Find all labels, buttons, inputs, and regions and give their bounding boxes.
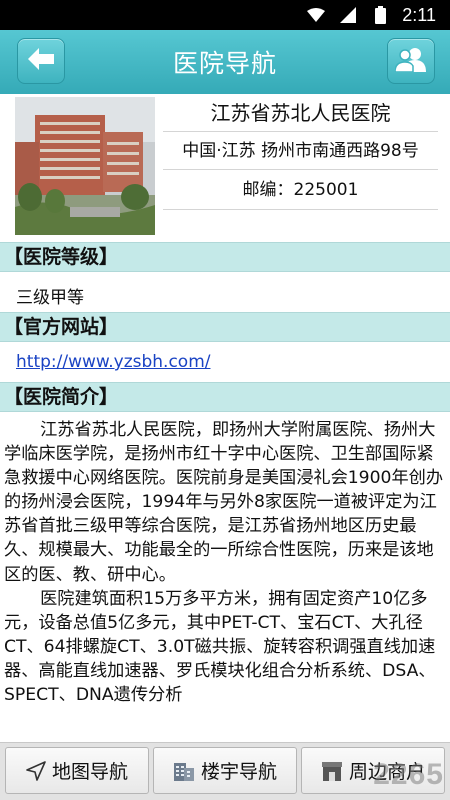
hospital-details: 江苏省苏北人民医院 中国·江苏 扬州市南通西路98号 邮编：225001 bbox=[163, 94, 438, 210]
watermark: 2265 bbox=[373, 758, 444, 791]
shop-icon bbox=[321, 760, 343, 782]
map-navigation-button[interactable]: 地图导航 bbox=[5, 747, 149, 794]
arrow-left-icon bbox=[26, 46, 56, 76]
hospital-level: 三级甲等 bbox=[16, 288, 84, 308]
status-bar: 2:11 bbox=[0, 0, 450, 30]
hospital-zip: 邮编：225001 bbox=[163, 170, 438, 210]
hospital-address: 中国·江苏 扬州市南通西路98号 bbox=[163, 132, 438, 170]
hospital-intro: 江苏省苏北人民医院，即扬州大学附属医院、扬州大学临床医学院，是扬州市红十字中心医… bbox=[4, 418, 446, 707]
signal-icon bbox=[338, 6, 358, 24]
intro-paragraph: 江苏省苏北人民医院，即扬州大学附属医院、扬州大学临床医学院，是扬州市红十字中心医… bbox=[4, 420, 444, 585]
title-bar: 医院导航 bbox=[0, 30, 450, 94]
page-title: 医院导航 bbox=[172, 49, 277, 78]
section-level-header: 【医院等级】 bbox=[0, 242, 450, 272]
intro-paragraph: 医院建筑面积15万多平方米，拥有固定资产10亿多元，设备总值5亿多元，其中PET… bbox=[4, 588, 436, 706]
people-icon bbox=[394, 46, 427, 76]
status-time: 2:11 bbox=[402, 4, 436, 25]
section-intro-header: 【医院简介】 bbox=[0, 382, 450, 412]
navigation-arrow-icon bbox=[26, 760, 46, 781]
wifi-icon bbox=[306, 6, 326, 24]
building-navigation-label: 楼宇导航 bbox=[200, 761, 277, 783]
back-button[interactable] bbox=[17, 38, 65, 84]
battery-icon bbox=[370, 6, 390, 24]
hospital-name: 江苏省苏北人民医院 bbox=[163, 94, 438, 132]
hospital-info: 江苏省苏北人民医院 中国·江苏 扬州市南通西路98号 邮编：225001 bbox=[0, 94, 450, 240]
building-navigation-button[interactable]: 楼宇导航 bbox=[153, 747, 297, 794]
website-link[interactable]: http://www.yzsbh.com/ bbox=[16, 352, 210, 372]
user-button[interactable] bbox=[387, 38, 435, 84]
hospital-photo bbox=[15, 97, 155, 235]
building-icon bbox=[173, 760, 195, 782]
map-navigation-label: 地图导航 bbox=[51, 761, 128, 783]
section-website-header: 【官方网站】 bbox=[0, 312, 450, 342]
